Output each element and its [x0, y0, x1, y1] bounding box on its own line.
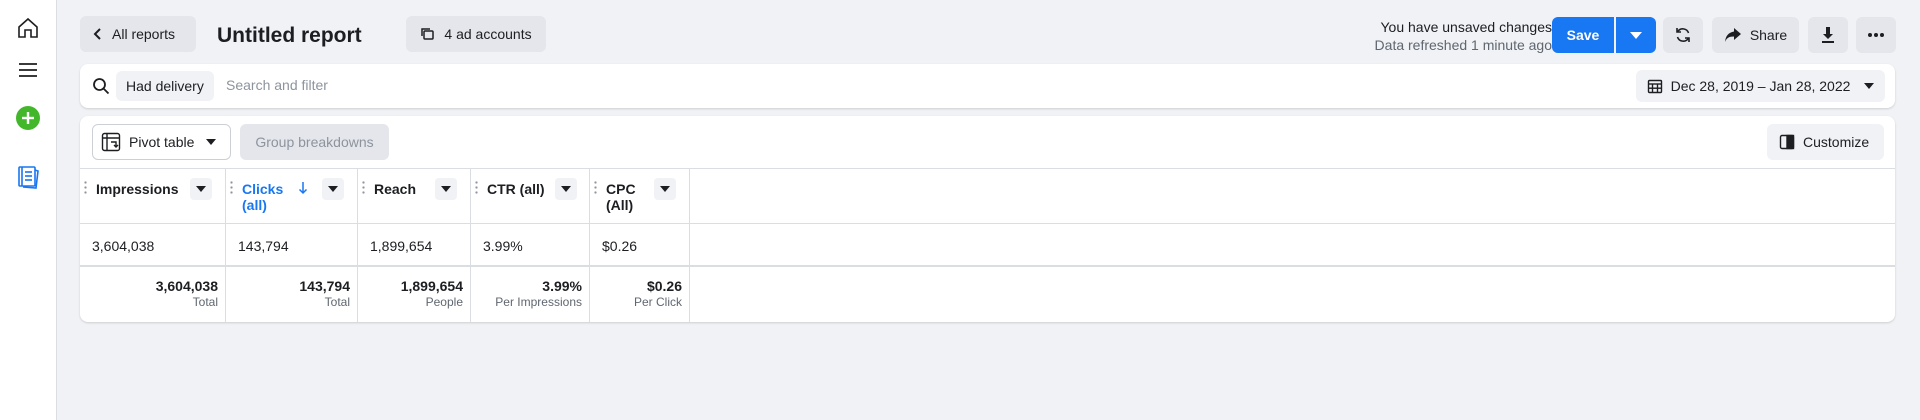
total-cell: 3.99% Per Impressions: [471, 269, 590, 321]
sort-descending-icon[interactable]: [298, 181, 308, 198]
total-label: Total: [324, 295, 350, 309]
ad-accounts-label: 4 ad accounts: [444, 26, 532, 42]
column-menu-dropdown[interactable]: [654, 178, 676, 200]
unsaved-changes-text: You have unsaved changes: [1380, 19, 1552, 35]
header-label: CPC (All): [606, 181, 636, 213]
table-cell: 1,899,654: [370, 237, 433, 254]
caret-down-icon: [561, 186, 571, 192]
caret-down-icon: [328, 186, 338, 192]
total-cell: 1,899,654 People: [358, 269, 471, 321]
date-range-label: Dec 28, 2019 – Jan 28, 2022: [1670, 78, 1851, 94]
table-cell: $0.26: [602, 237, 638, 254]
back-label: All reports: [112, 26, 176, 42]
header-label: Impressions: [96, 181, 179, 197]
total-label: Per Impressions: [495, 295, 582, 309]
calendar-icon: [1647, 79, 1662, 94]
total-value: 1,899,654: [400, 278, 463, 294]
header-clicks[interactable]: Clicks (all): [226, 168, 358, 224]
column-menu-dropdown[interactable]: [322, 178, 344, 200]
chevron-left-icon: [93, 28, 101, 40]
table-cell: 3.99%: [483, 237, 523, 254]
column-reach: Reach 1,899,654 1,899,654 People: [358, 168, 471, 322]
header-label: Reach: [374, 181, 417, 197]
create-plus-icon[interactable]: [14, 104, 42, 132]
drag-handle-icon[interactable]: [84, 180, 87, 196]
save-options-dropdown[interactable]: [1616, 17, 1656, 53]
header-impressions[interactable]: Impressions: [80, 168, 226, 224]
total-value: 3,604,038: [155, 278, 218, 294]
customize-label: Customize: [1803, 134, 1870, 150]
header-label: Clicks (all): [242, 181, 284, 213]
caret-down-icon: [1864, 83, 1875, 89]
report-header: All reports Untitled report 4 ad account…: [57, 0, 1920, 62]
more-dots-icon: [1868, 33, 1884, 37]
group-breakdowns-button[interactable]: Group breakdowns: [240, 124, 389, 160]
caret-down-icon: [1630, 31, 1642, 39]
search-and-filter-input[interactable]: Search and filter: [226, 77, 328, 93]
total-cell: $0.26 Per Click: [590, 269, 690, 321]
total-value: 143,794: [299, 278, 350, 294]
column-impressions: Impressions 3,604,038 3,604,038 Total: [80, 168, 226, 322]
share-label: Share: [1749, 27, 1788, 43]
ad-accounts-button[interactable]: 4 ad accounts: [406, 16, 546, 52]
caret-down-icon: [441, 186, 451, 192]
refresh-icon: [1676, 28, 1690, 42]
customize-button[interactable]: Customize: [1767, 124, 1884, 160]
total-label: Total: [192, 295, 218, 309]
drag-handle-icon[interactable]: [230, 180, 233, 196]
back-to-reports-button[interactable]: All reports: [80, 16, 196, 52]
column-menu-dropdown[interactable]: [190, 178, 212, 200]
save-button[interactable]: Save: [1552, 17, 1614, 53]
header-reach[interactable]: Reach: [358, 168, 471, 224]
download-button[interactable]: [1808, 17, 1848, 53]
caret-down-icon: [196, 186, 206, 192]
search-icon: [92, 77, 110, 98]
date-range-picker[interactable]: Dec 28, 2019 – Jan 28, 2022: [1636, 70, 1885, 102]
total-cell: 3,604,038 Total: [80, 269, 226, 321]
table-cell: 3,604,038: [92, 237, 155, 254]
save-status: You have unsaved changes Data refreshed …: [1375, 18, 1552, 54]
column-clicks: Clicks (all) 143,794 143,794 Total: [226, 168, 358, 322]
caret-down-icon: [660, 186, 670, 192]
pivot-table-label: Pivot table: [129, 134, 195, 150]
column-menu-dropdown[interactable]: [435, 178, 457, 200]
report-table-card: Pivot table Group breakdowns Customize I…: [80, 116, 1895, 322]
share-icon: [1724, 28, 1741, 42]
column-menu-dropdown[interactable]: [555, 178, 577, 200]
save-label: Save: [1566, 27, 1600, 43]
home-icon[interactable]: [14, 14, 42, 42]
filter-bar: Had delivery Search and filter Dec 28, 2…: [80, 64, 1895, 108]
pivot-icon: [101, 132, 121, 152]
pivot-table-dropdown[interactable]: Pivot table: [92, 124, 231, 160]
table-cell: 143,794: [238, 237, 289, 254]
header-label: CTR (all): [487, 181, 545, 197]
column-cpc: CPC (All) $0.26 $0.26 Per Click: [590, 168, 690, 322]
total-cell: 143,794 Total: [226, 269, 358, 321]
header-ctr[interactable]: CTR (all): [471, 168, 590, 224]
caret-down-icon: [206, 139, 217, 145]
header-cpc[interactable]: CPC (All): [590, 168, 690, 224]
more-options-button[interactable]: [1856, 17, 1896, 53]
data-refreshed-text: Data refreshed 1 minute ago: [1374, 37, 1552, 53]
filter-chip-label: Had delivery: [126, 78, 204, 94]
page-title: Untitled report: [217, 24, 362, 47]
group-breakdowns-label: Group breakdowns: [255, 134, 374, 150]
column-ctr: CTR (all) 3.99% 3.99% Per Impressions: [471, 168, 590, 322]
refresh-button[interactable]: [1663, 17, 1703, 53]
filter-chip-had-delivery[interactable]: Had delivery: [116, 71, 214, 101]
reports-icon[interactable]: [14, 163, 42, 191]
left-nav-rail: [0, 0, 57, 420]
total-value: 3.99%: [542, 278, 582, 294]
drag-handle-icon[interactable]: [475, 180, 478, 196]
drag-handle-icon[interactable]: [594, 180, 597, 196]
customize-panel-icon: [1779, 134, 1795, 150]
download-icon: [1822, 27, 1834, 43]
total-label: People: [425, 295, 463, 309]
drag-handle-icon[interactable]: [362, 180, 365, 196]
total-value: $0.26: [646, 278, 682, 294]
share-button[interactable]: Share: [1712, 17, 1799, 53]
menu-icon[interactable]: [14, 56, 42, 84]
total-label: Per Click: [633, 295, 682, 309]
ad-accounts-icon: [421, 28, 435, 40]
